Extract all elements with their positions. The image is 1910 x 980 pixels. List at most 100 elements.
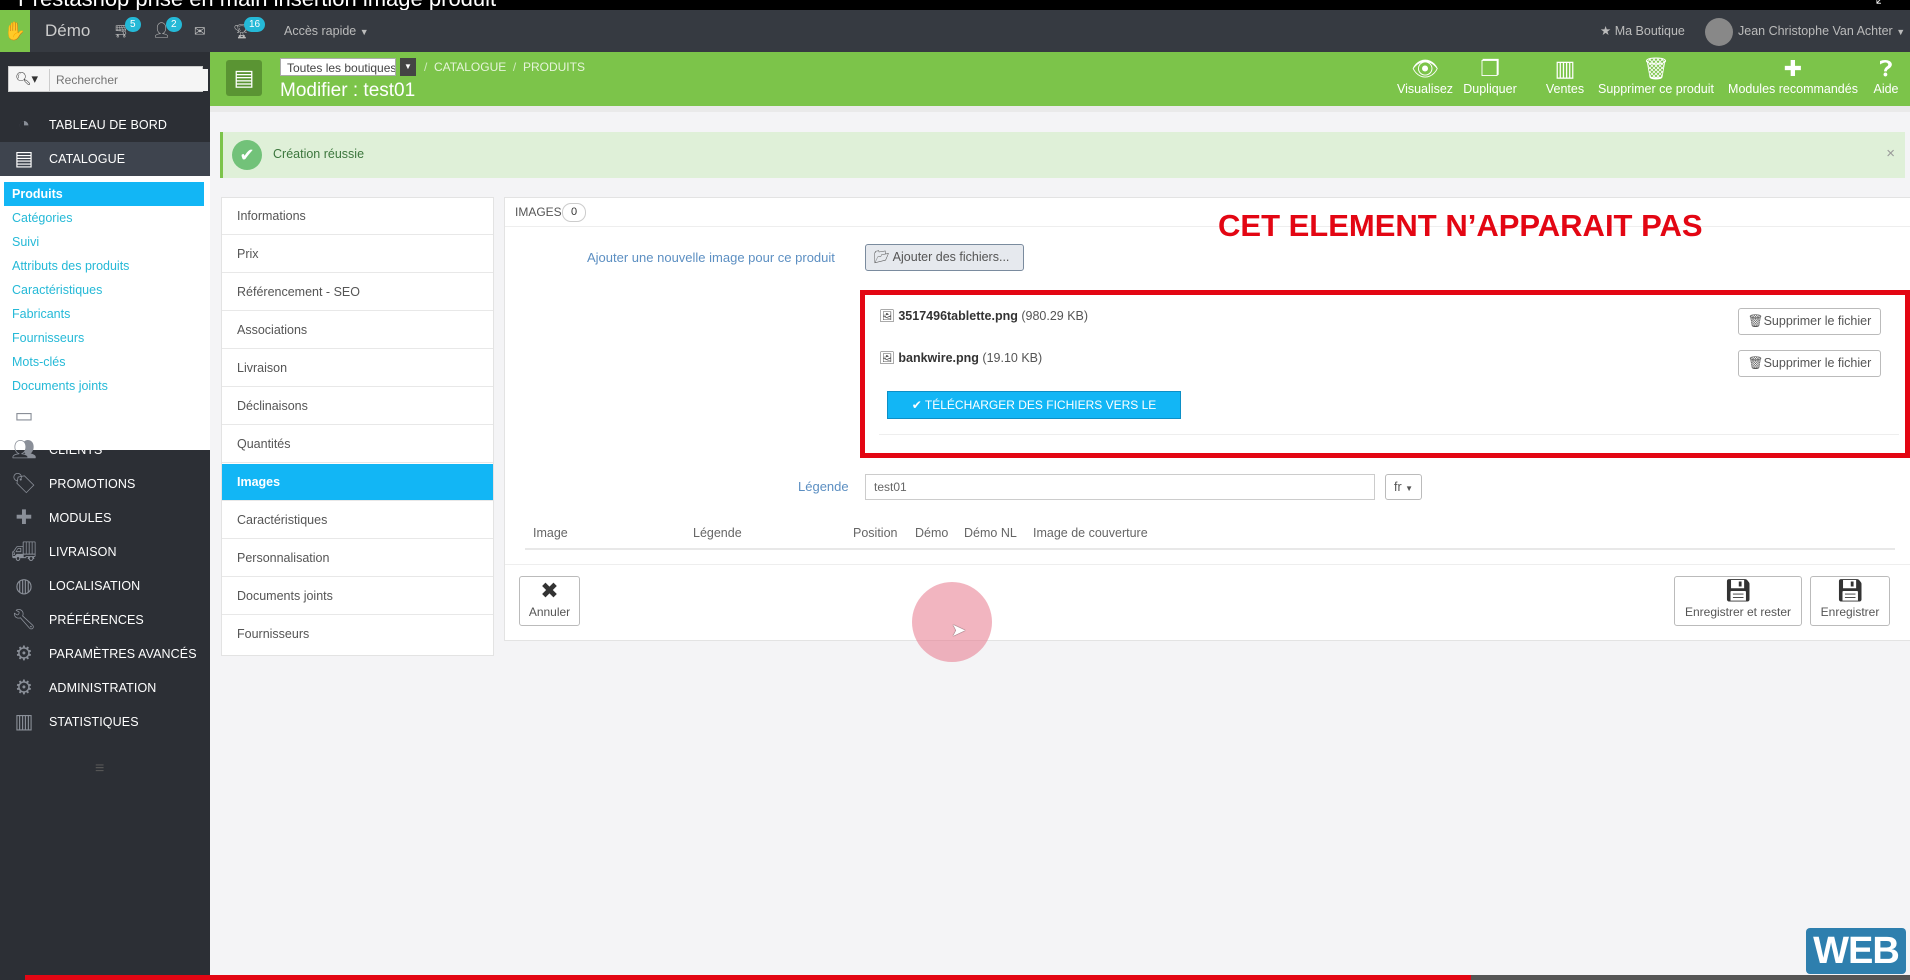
file-name: 3517496tablette.png xyxy=(898,309,1018,323)
subnav-suivi[interactable]: Suivi xyxy=(12,230,202,254)
nav-preferences[interactable]: 🔧︎ PRÉFÉRENCES xyxy=(0,603,210,637)
legend-label: Légende xyxy=(798,479,849,494)
tab-livraison[interactable]: Livraison xyxy=(222,350,493,387)
subnav-produits[interactable]: Produits xyxy=(4,182,204,206)
nav-modules-label: MODULES xyxy=(49,511,112,525)
cancel-button[interactable]: ✖ Annuler xyxy=(519,576,580,626)
tab-declinaisons[interactable]: Déclinaisons xyxy=(222,388,493,425)
save-and-stay-label: Enregistrer et rester xyxy=(1684,605,1792,619)
tab-quantites[interactable]: Quantités xyxy=(222,426,493,463)
legend-input[interactable] xyxy=(865,474,1375,500)
nav-clients[interactable]: 👥︎ CLIENTS xyxy=(0,433,210,467)
trash-icon: 🗑︎ xyxy=(1747,314,1764,328)
view-button[interactable]: 👁︎ Visualisez xyxy=(1395,56,1455,96)
header-shadow xyxy=(210,106,1910,112)
prestashop-logo-icon[interactable]: ✋ xyxy=(0,10,30,52)
floppy-disk-icon: 💾︎ xyxy=(1724,578,1752,603)
users-icon: 👥︎ xyxy=(11,439,37,461)
nav-parametres-avances[interactable]: ⚙ PARAMÈTRES AVANCÉS xyxy=(0,637,210,671)
recommended-modules-button[interactable]: ✚ Modules recommandés xyxy=(1725,56,1861,96)
page-title: Modifier : test01 xyxy=(280,80,416,101)
search-icon[interactable]: 🔍︎▾ xyxy=(15,71,38,87)
tab-informations[interactable]: Informations xyxy=(222,198,493,235)
nav-dashboard-label: TABLEAU DE BORD xyxy=(49,118,167,132)
product-tabs: Informations Prix Référencement - SEO As… xyxy=(221,197,494,656)
video-progress-track[interactable] xyxy=(25,975,1910,980)
add-files-button[interactable]: 📂︎ Ajouter des fichiers... xyxy=(865,244,1024,271)
nav-livraison[interactable]: 🚚︎ LIVRAISON xyxy=(0,535,210,569)
nav-localisation[interactable]: ◍ LOCALISATION xyxy=(0,569,210,603)
caret-down-icon: ▼ xyxy=(359,27,369,37)
language-select[interactable]: fr ▼ xyxy=(1385,474,1422,500)
column-legende: Légende xyxy=(693,526,742,540)
shop-name[interactable]: Démo xyxy=(45,10,90,52)
save-button[interactable]: 💾︎ Enregistrer xyxy=(1810,576,1890,626)
quick-access-menu[interactable]: Accès rapide ▼ xyxy=(284,10,369,52)
sales-button[interactable]: ▥ Ventes xyxy=(1540,56,1590,96)
tab-seo[interactable]: Référencement - SEO xyxy=(222,274,493,311)
nav-statistiques-label: STATISTIQUES xyxy=(49,715,139,729)
column-demo: Démo xyxy=(915,526,949,540)
nav-statistiques[interactable]: ▥ STATISTIQUES xyxy=(0,705,210,739)
images-heading: IMAGES xyxy=(515,205,562,219)
page-header: ▤ Toutes les boutiques ▼ / CATALOGUE / P… xyxy=(210,52,1910,106)
save-and-stay-button[interactable]: 💾︎ Enregistrer et rester xyxy=(1674,576,1802,626)
tab-prix[interactable]: Prix xyxy=(222,236,493,273)
breadcrumb-catalogue[interactable]: CATALOGUE xyxy=(434,60,506,74)
delete-file-button[interactable]: 🗑︎Supprimer le fichier xyxy=(1738,308,1881,335)
delete-file-button[interactable]: 🗑︎Supprimer le fichier xyxy=(1738,350,1881,377)
shop-select-caret-icon[interactable]: ▼ xyxy=(400,58,416,76)
file-size: (19.10 KB) xyxy=(982,351,1043,365)
tab-fournisseurs[interactable]: Fournisseurs xyxy=(222,616,493,653)
tab-documents-joints[interactable]: Documents joints xyxy=(222,578,493,615)
subnav-attributs[interactable]: Attributs des produits xyxy=(12,254,202,278)
footer-divider xyxy=(505,564,1910,565)
tab-personnalisation[interactable]: Personnalisation xyxy=(222,540,493,577)
subnav-caracteristiques[interactable]: Caractéristiques xyxy=(12,278,202,302)
column-cover-image: Image de couverture xyxy=(1033,526,1148,540)
tab-images[interactable]: Images xyxy=(222,464,493,501)
subnav-documents-joints[interactable]: Documents joints xyxy=(12,374,202,398)
avatar[interactable] xyxy=(1705,18,1733,46)
help-label: Aide xyxy=(1873,82,1899,96)
upload-files-button[interactable]: ✔ TÉLÉCHARGER DES FICHIERS VERS LE SERVE… xyxy=(887,391,1181,438)
subnav-fournisseurs[interactable]: Fournisseurs xyxy=(12,326,202,350)
video-control-icon[interactable]: ⤢ xyxy=(1875,0,1888,8)
help-button[interactable]: ❓︎ Aide xyxy=(1870,56,1902,96)
collapse-menu-icon[interactable]: ≡ xyxy=(95,760,104,778)
nav-catalogue-label: CATALOGUE xyxy=(49,152,126,166)
nav-catalogue[interactable]: ▤ CATALOGUE xyxy=(0,142,210,176)
shop-select[interactable]: Toutes les boutiques xyxy=(280,58,396,76)
envelope-icon[interactable]: ✉ xyxy=(194,10,206,52)
tab-caracteristiques[interactable]: Caractéristiques xyxy=(222,502,493,539)
subnav-categories[interactable]: Catégories xyxy=(12,206,202,230)
star-icon: ★ xyxy=(1600,24,1612,38)
puzzle-icon: ✚ xyxy=(1783,56,1803,81)
duplicate-button[interactable]: ❐ Dupliquer xyxy=(1460,56,1520,96)
nav-dashboard[interactable]: ◔ TABLEAU DE BORD xyxy=(0,108,210,142)
nav-promotions[interactable]: 🏷︎ PROMOTIONS xyxy=(0,467,210,501)
tab-associations[interactable]: Associations xyxy=(222,312,493,349)
nav-administration[interactable]: ⚙ ADMINISTRATION xyxy=(0,671,210,705)
alert-close-icon[interactable]: × xyxy=(1886,145,1895,162)
language-value: fr xyxy=(1393,480,1402,494)
delete-product-label: Supprimer ce produit xyxy=(1597,82,1715,96)
caret-down-icon: ▼ xyxy=(1896,27,1906,37)
nav-preferences-label: PRÉFÉRENCES xyxy=(49,613,144,627)
sales-label: Ventes xyxy=(1545,82,1585,96)
user-menu[interactable]: Jean Christophe Van Achter ▼ xyxy=(1738,10,1905,52)
delete-file-label: Supprimer le fichier xyxy=(1763,314,1872,328)
customers-icon[interactable]: 👤︎ xyxy=(152,10,171,52)
subnav-fabricants[interactable]: Fabricants xyxy=(12,302,202,326)
nav-commandes[interactable]: ▭ COMMANDES xyxy=(0,399,210,433)
video-title-bar: Prestashop prise en main insertion image… xyxy=(0,0,1910,10)
delete-product-button[interactable]: 🗑︎ Supprimer ce produit xyxy=(1593,56,1719,96)
breadcrumb-produits[interactable]: PRODUITS xyxy=(523,60,585,74)
sidebar: 🔍︎▾ ◔ TABLEAU DE BORD ▤ CATALOGUE Produi… xyxy=(0,52,210,980)
nav-modules[interactable]: ✚ MODULES xyxy=(0,501,210,535)
bar-chart-icon: ▥ xyxy=(1554,56,1576,81)
subnav-mots-cles[interactable]: Mots-clés xyxy=(12,350,202,374)
my-shop-label: Ma Boutique xyxy=(1614,24,1685,38)
search-input[interactable] xyxy=(49,69,208,91)
my-shop-link[interactable]: ★ Ma Boutique xyxy=(1600,10,1685,52)
